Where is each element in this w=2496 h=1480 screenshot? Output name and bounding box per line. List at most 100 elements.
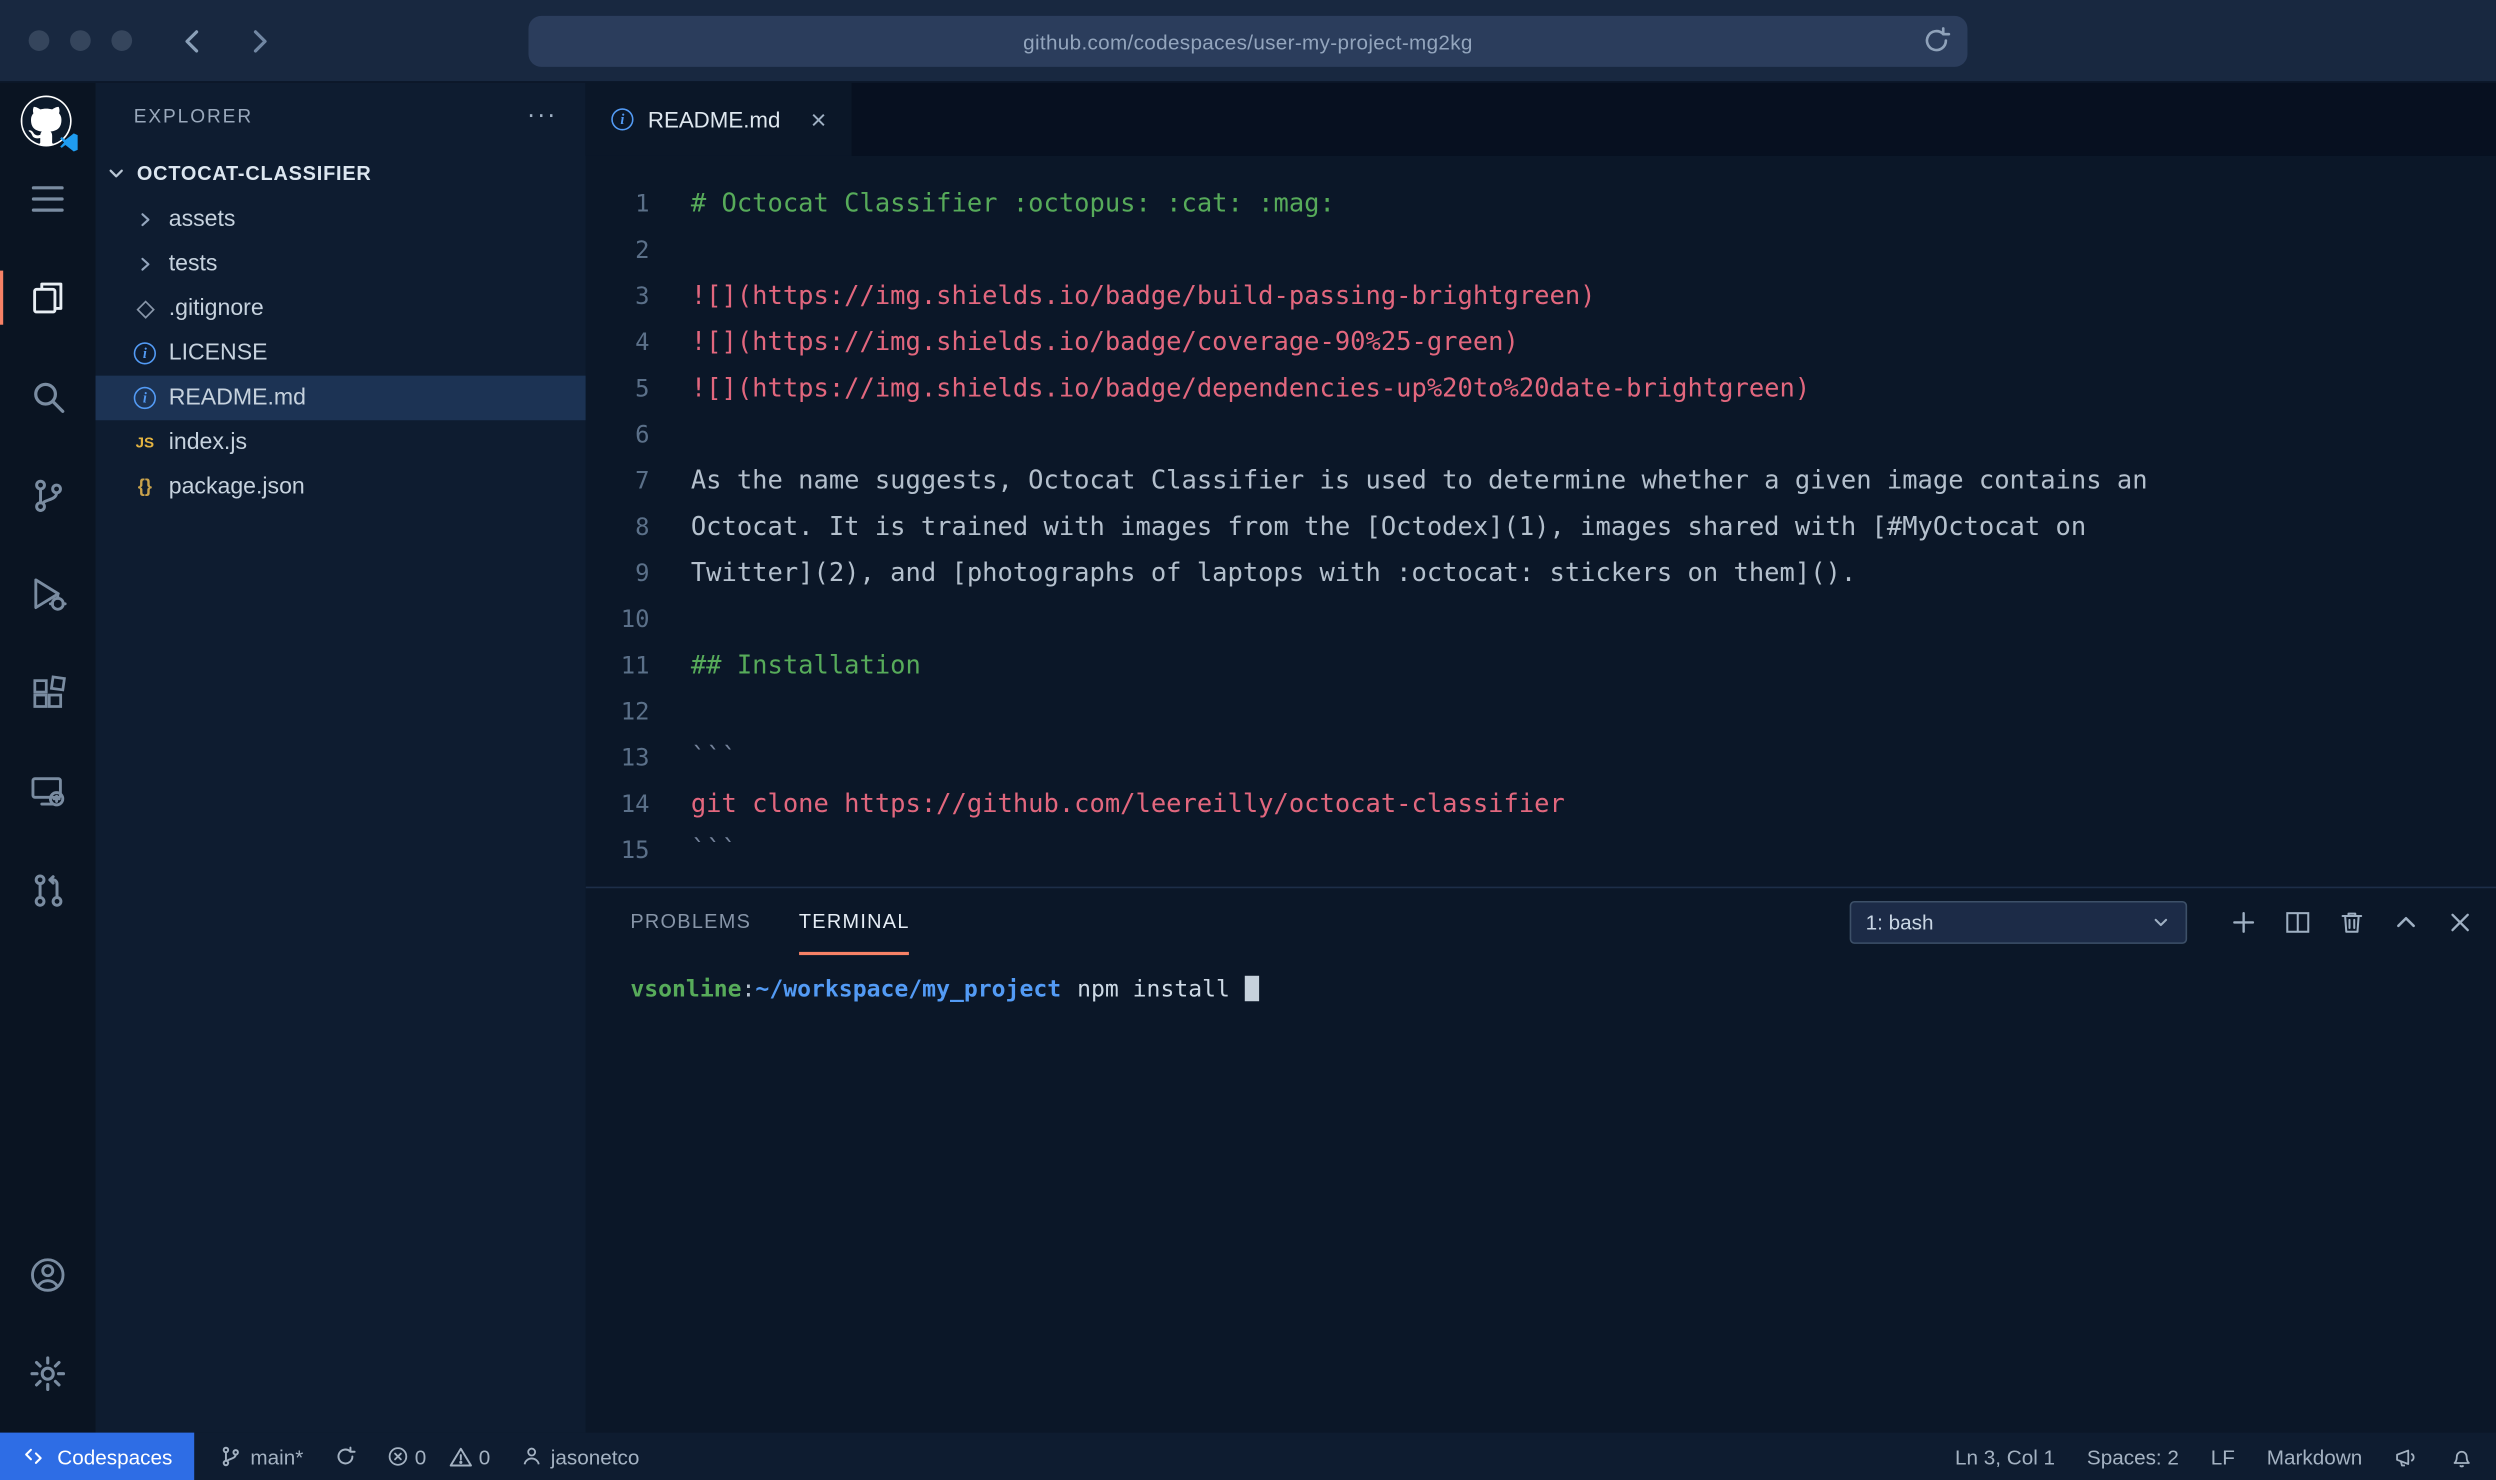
- split-terminal-button[interactable]: [2284, 908, 2311, 935]
- files-icon: [29, 279, 67, 317]
- remote-explorer-icon: [29, 772, 67, 810]
- problems-indicator[interactable]: 0 0: [386, 1445, 490, 1469]
- chevron-up-icon: [2392, 908, 2419, 935]
- git-file-icon: [134, 296, 156, 321]
- panel-header: PROBLEMS TERMINAL 1: bash: [586, 888, 2496, 955]
- line-number: 9: [586, 558, 650, 587]
- explorer-title: EXPLORER: [134, 105, 253, 127]
- indentation-setting[interactable]: Spaces: 2: [2087, 1445, 2179, 1469]
- line-number: 13: [586, 743, 650, 772]
- user-indicator[interactable]: jasonetco: [521, 1445, 640, 1469]
- line-number: 14: [586, 789, 650, 818]
- file-row[interactable]: index.js: [96, 420, 586, 465]
- file-row[interactable]: .gitignore: [96, 287, 586, 332]
- file-row[interactable]: assets: [96, 197, 586, 242]
- file-row[interactable]: package.json: [96, 465, 586, 510]
- line-text: ![](https://img.shields.io/badge/coverag…: [691, 326, 1519, 356]
- line-text: ![](https://img.shields.io/badge/build-p…: [691, 280, 1596, 310]
- extensions-icon: [29, 674, 66, 711]
- person-icon: [521, 1445, 543, 1467]
- sidebar-item-explorer[interactable]: [0, 248, 96, 347]
- code-line: 6: [586, 411, 2496, 457]
- explorer-sidebar: EXPLORER ··· OCTOCAT-CLASSIFIER: [96, 83, 586, 1433]
- terminal-picker[interactable]: 1: bash: [1850, 900, 2187, 943]
- tab-terminal[interactable]: TERMINAL: [799, 888, 910, 955]
- sidebar-item-search[interactable]: [0, 347, 96, 446]
- chevron-down-icon: [105, 162, 127, 184]
- line-number: 10: [586, 604, 650, 633]
- close-panel-button[interactable]: [2447, 908, 2474, 935]
- user-name: jasonetco: [551, 1445, 640, 1469]
- feedback-button[interactable]: [2394, 1445, 2418, 1469]
- menu-icon[interactable]: [0, 150, 96, 249]
- code-line: 2: [586, 226, 2496, 272]
- line-number: 11: [586, 650, 650, 679]
- code-line: 9 Twitter](2), and [photographs of lapto…: [586, 549, 2496, 595]
- window-controls: [29, 30, 132, 51]
- sidebar-item-pull-requests[interactable]: [0, 840, 96, 939]
- project-root-row[interactable]: OCTOCAT-CLASSIFIER: [96, 150, 586, 198]
- file-name: .gitignore: [169, 296, 264, 321]
- info-file-icon: [134, 342, 156, 364]
- terminal[interactable]: vsonline:~/workspace/my_projectnpm insta…: [586, 955, 2496, 1433]
- forward-button[interactable]: [244, 25, 276, 57]
- kill-terminal-button[interactable]: [2338, 908, 2365, 935]
- sync-button[interactable]: [334, 1445, 356, 1467]
- warning-count: 0: [479, 1445, 491, 1469]
- chevron-right-icon: [134, 207, 156, 232]
- file-row[interactable]: LICENSE: [96, 331, 586, 376]
- branch-indicator[interactable]: main*: [220, 1445, 303, 1469]
- tab-problems[interactable]: PROBLEMS: [630, 888, 751, 955]
- screenshot-root: github.com/codespaces/user-my-project-mg…: [0, 0, 2496, 1480]
- line-text: Twitter](2), and [photographs of laptops…: [691, 557, 1856, 587]
- language-mode[interactable]: Markdown: [2267, 1445, 2362, 1469]
- back-button[interactable]: [177, 25, 209, 57]
- line-number: 12: [586, 696, 650, 725]
- account-button[interactable]: [0, 1226, 96, 1325]
- megaphone-icon: [2394, 1445, 2418, 1469]
- sidebar-item-remote-explorer[interactable]: [0, 742, 96, 841]
- file-tree: assets tests: [96, 197, 586, 509]
- file-row[interactable]: tests: [96, 242, 586, 287]
- file-name: LICENSE: [169, 341, 268, 366]
- file-name: assets: [169, 207, 236, 232]
- file-row[interactable]: README.md: [96, 376, 586, 421]
- code-editor[interactable]: 1 # Octocat Classifier :octopus: :cat: :…: [586, 156, 2496, 887]
- search-icon: [29, 378, 66, 415]
- tab-close-icon[interactable]: ×: [811, 106, 827, 133]
- sidebar-item-source-control[interactable]: [0, 446, 96, 545]
- github-codespaces-logo[interactable]: [21, 96, 75, 150]
- branch-name: main*: [250, 1445, 303, 1469]
- codespaces-label: Codespaces: [57, 1445, 172, 1469]
- settings-button[interactable]: [0, 1324, 96, 1423]
- tab-readme[interactable]: README.md ×: [586, 83, 852, 156]
- error-icon: [386, 1445, 408, 1467]
- plus-icon: [2230, 908, 2257, 935]
- maximize-panel-button[interactable]: [2392, 908, 2419, 935]
- notifications-button[interactable]: [2450, 1445, 2474, 1469]
- terminal-picker-value: 1: bash: [1866, 910, 1934, 934]
- line-number: 6: [586, 419, 650, 448]
- tab-label: README.md: [648, 107, 780, 132]
- file-name: tests: [169, 252, 218, 277]
- cursor-position[interactable]: Ln 3, Col 1: [1955, 1445, 2055, 1469]
- close-window-button[interactable]: [29, 30, 50, 51]
- codespaces-status-button[interactable]: Codespaces: [0, 1433, 195, 1480]
- file-name: index.js: [169, 430, 247, 455]
- minimize-window-button[interactable]: [70, 30, 91, 51]
- code-line: 5 ![](https://img.shields.io/badge/depen…: [586, 365, 2496, 411]
- sidebar-item-extensions[interactable]: [0, 643, 96, 742]
- gear-icon: [29, 1355, 67, 1393]
- line-number: 3: [586, 281, 650, 310]
- terminal-command: npm install: [1077, 977, 1230, 1002]
- browser-chrome: github.com/codespaces/user-my-project-mg…: [0, 0, 2496, 83]
- eol-setting[interactable]: LF: [2211, 1445, 2235, 1469]
- zoom-window-button[interactable]: [111, 30, 132, 51]
- new-terminal-button[interactable]: [2230, 908, 2257, 935]
- code-line: 1 # Octocat Classifier :octopus: :cat: :…: [586, 180, 2496, 226]
- explorer-overflow-menu[interactable]: ···: [527, 108, 557, 124]
- refresh-icon[interactable]: [1921, 25, 1951, 55]
- sidebar-item-run-debug[interactable]: [0, 544, 96, 643]
- url-bar[interactable]: github.com/codespaces/user-my-project-mg…: [528, 16, 1967, 67]
- git-branch-icon: [29, 477, 66, 514]
